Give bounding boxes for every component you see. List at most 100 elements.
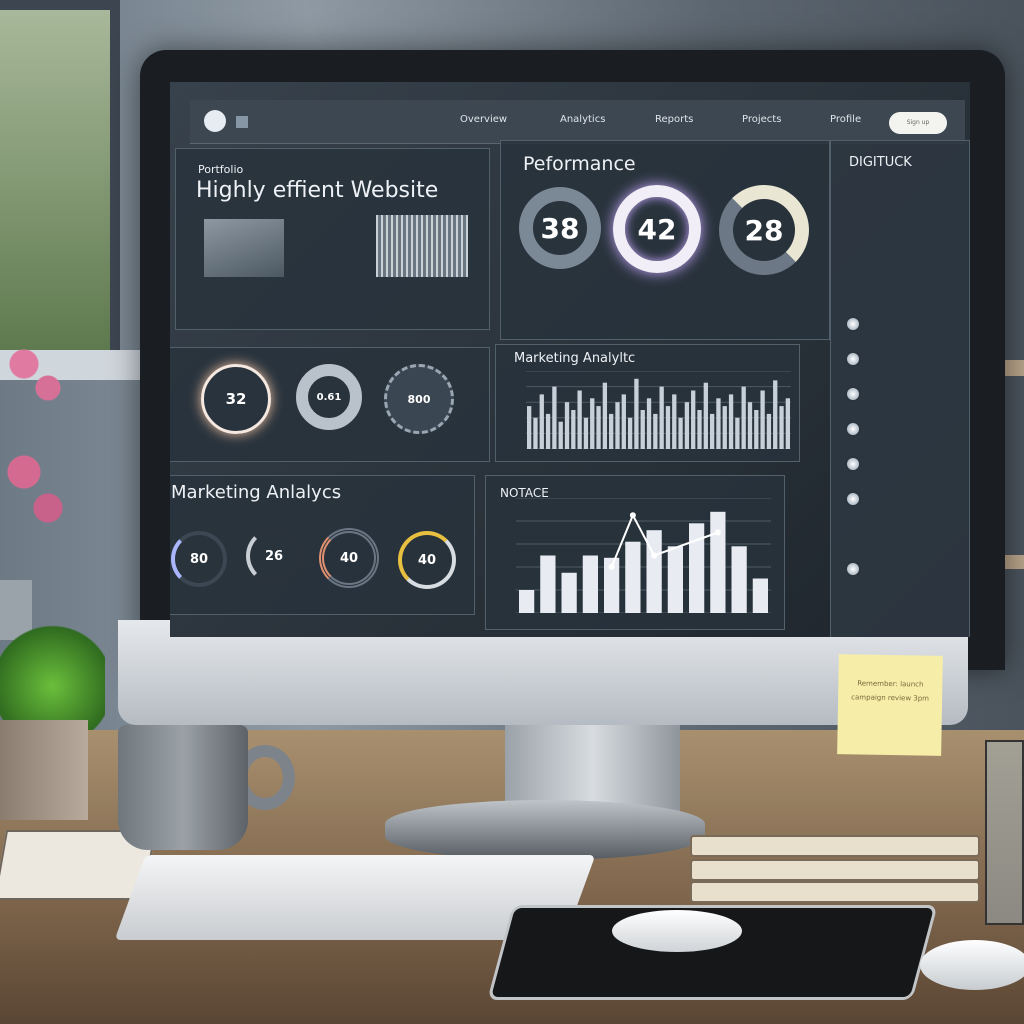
bar bbox=[590, 398, 595, 449]
bar bbox=[731, 546, 747, 613]
bar bbox=[615, 402, 620, 449]
bar bbox=[766, 413, 772, 449]
trend-point bbox=[714, 529, 721, 536]
plant bbox=[0, 620, 105, 730]
bar bbox=[627, 417, 633, 449]
nav-item[interactable]: Projects bbox=[742, 114, 781, 125]
sidebar-item[interactable] bbox=[845, 386, 861, 402]
gauge: 32 bbox=[201, 364, 271, 434]
marketing-gauges-title: Marketing Anlalycs bbox=[171, 482, 342, 503]
nav-item[interactable]: Overview bbox=[460, 114, 507, 125]
bar bbox=[741, 386, 746, 449]
bar bbox=[519, 590, 535, 613]
sidebar-item[interactable] bbox=[845, 421, 861, 437]
gauge: 28 bbox=[719, 185, 809, 275]
hero-panel: Portfolio Highly effient Website bbox=[175, 148, 490, 330]
bar bbox=[540, 555, 556, 613]
pen-holder bbox=[985, 740, 1024, 925]
bar bbox=[735, 417, 740, 449]
bar bbox=[625, 541, 641, 613]
gauge: 38 bbox=[519, 187, 601, 269]
bar bbox=[691, 390, 696, 449]
trend-point bbox=[608, 564, 615, 570]
bar bbox=[539, 394, 544, 449]
bar bbox=[703, 382, 708, 449]
bar bbox=[678, 417, 683, 449]
signup-button[interactable]: Sign up bbox=[889, 112, 947, 134]
bar bbox=[773, 380, 778, 449]
monitor-base bbox=[385, 800, 705, 860]
bar bbox=[684, 402, 690, 449]
book bbox=[690, 835, 980, 857]
bar bbox=[728, 394, 734, 449]
gauge: 80 bbox=[171, 531, 227, 587]
bar bbox=[577, 390, 582, 449]
mini-gauges-panel: 32 0.61 800 bbox=[170, 347, 490, 462]
bar bbox=[527, 406, 532, 449]
bar bbox=[571, 410, 576, 449]
sidebar-item[interactable] bbox=[845, 351, 861, 367]
bar bbox=[533, 417, 538, 449]
sidebar-title: DIGITUCK bbox=[849, 155, 912, 170]
sidebar-item[interactable] bbox=[845, 561, 861, 577]
bar bbox=[583, 417, 589, 449]
trend-point bbox=[651, 552, 658, 559]
bar bbox=[697, 410, 702, 449]
hero-title: Highly effient Website bbox=[196, 178, 439, 203]
sidebar-item[interactable] bbox=[845, 491, 861, 507]
bar bbox=[754, 410, 759, 449]
bar bbox=[665, 406, 671, 449]
bar bbox=[609, 413, 614, 449]
bar bbox=[561, 572, 577, 613]
gauge: 40 bbox=[319, 528, 379, 588]
book bbox=[690, 881, 980, 903]
preview-image bbox=[204, 219, 284, 277]
nav-item[interactable]: Profile bbox=[830, 114, 861, 125]
avatar[interactable] bbox=[204, 110, 226, 132]
bar bbox=[582, 555, 598, 613]
bar bbox=[564, 402, 570, 449]
flowers bbox=[0, 340, 80, 580]
bar bbox=[689, 523, 705, 613]
gauge: 800 bbox=[384, 364, 454, 434]
bar bbox=[596, 406, 601, 449]
bar bbox=[646, 530, 662, 613]
nav-item[interactable]: Reports bbox=[655, 114, 693, 125]
top-nav-bar: Overview Analytics Reports Projects Prof… bbox=[190, 100, 965, 144]
window bbox=[0, 0, 120, 360]
preview-chart bbox=[376, 215, 468, 277]
bar bbox=[747, 402, 753, 449]
sticky-note: Remember: launch campaign review 3pm bbox=[837, 654, 943, 756]
chart-title: Marketing Analyltc bbox=[514, 351, 636, 366]
book bbox=[690, 859, 980, 881]
bar bbox=[558, 421, 563, 449]
bar bbox=[672, 394, 677, 449]
bar bbox=[653, 413, 658, 449]
notace-bar-chart bbox=[516, 498, 771, 613]
menu-icon[interactable] bbox=[236, 116, 248, 128]
bar bbox=[752, 578, 768, 613]
bar bbox=[621, 394, 626, 449]
monitor-screen: Overview Analytics Reports Projects Prof… bbox=[170, 82, 970, 637]
mouse bbox=[920, 940, 1024, 990]
bar bbox=[552, 386, 557, 449]
marketing-chart-panel: Marketing Analyltc bbox=[495, 344, 800, 462]
marketing-bar-chart bbox=[526, 371, 791, 449]
bar bbox=[640, 410, 645, 449]
sidebar-item[interactable] bbox=[845, 316, 861, 332]
bar bbox=[722, 406, 727, 449]
hero-eyebrow: Portfolio bbox=[198, 163, 244, 176]
gauge: 0.61 bbox=[296, 364, 362, 430]
bar bbox=[709, 413, 715, 449]
performance-panel: Peformance 38 42 28 bbox=[500, 140, 830, 340]
mouse bbox=[612, 910, 742, 952]
sidebar: DIGITUCK bbox=[830, 140, 970, 637]
trend-point bbox=[629, 512, 636, 519]
bar bbox=[785, 398, 790, 449]
bar bbox=[779, 406, 784, 449]
bar bbox=[710, 511, 726, 613]
notace-chart-panel: NOTACE bbox=[485, 475, 785, 630]
bar bbox=[716, 398, 721, 449]
nav-item[interactable]: Analytics bbox=[560, 114, 605, 125]
sidebar-item[interactable] bbox=[845, 456, 861, 472]
